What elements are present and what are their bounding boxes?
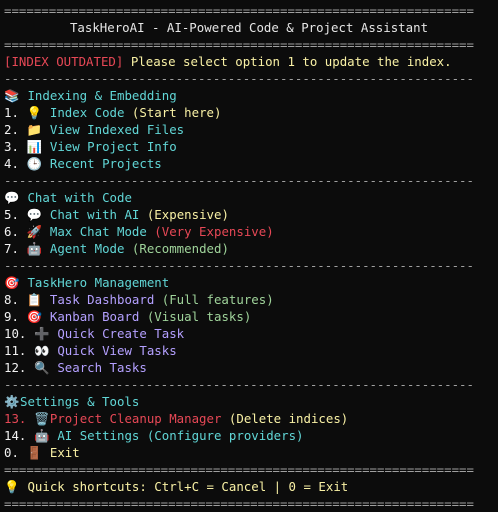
section-indexing-header: 📚 Indexing & Embedding xyxy=(0,87,498,104)
menu-label: Exit xyxy=(49,445,80,460)
menu-number: 0. xyxy=(4,445,19,460)
menu-item-index-code[interactable]: 1. 💡 Index Code (Start here) xyxy=(0,104,498,121)
eyes-icon: 👀 xyxy=(34,343,50,358)
robot-icon: 🤖 xyxy=(34,428,50,443)
dash-rule: ----------------------------------------… xyxy=(4,258,474,273)
bar-chart-icon: 📊 xyxy=(26,139,43,154)
index-status-message: Please select option 1 to update the ind… xyxy=(123,54,452,69)
menu-number: 7. xyxy=(4,241,19,256)
index-outdated-badge: [INDEX OUTDATED] xyxy=(4,54,124,69)
menu-note: (Expensive) xyxy=(139,207,229,222)
menu-label: Agent Mode xyxy=(49,241,125,256)
books-icon: 📚 xyxy=(4,88,20,103)
shortcuts-footer: 💡 Quick shortcuts: Ctrl+C = Cancel | 0 =… xyxy=(0,478,498,495)
target-icon: 🎯 xyxy=(26,309,43,324)
menu-number: 11. xyxy=(4,343,27,358)
speech-bubble-icon: 💬 xyxy=(4,190,20,205)
menu-label: Task Dashboard xyxy=(49,292,155,307)
menu-item-exit[interactable]: 0. 🚪 Exit xyxy=(0,444,498,461)
menu-item-task-dashboard[interactable]: 8. 📋 Task Dashboard (Full features) xyxy=(0,291,498,308)
menu-note: (Start here) xyxy=(124,105,222,120)
menu-number: 2. xyxy=(4,122,19,137)
menu-label: Index Code xyxy=(49,105,125,120)
menu-item-search-tasks[interactable]: 12. 🔍 Search Tasks xyxy=(0,359,498,376)
rocket-icon: 🚀 xyxy=(26,224,43,239)
menu-item-chat-with-ai[interactable]: 5. 💬 Chat with AI (Expensive) xyxy=(0,206,498,223)
section-settings-header: ⚙️Settings & Tools xyxy=(0,393,498,410)
dash-rule: ----------------------------------------… xyxy=(4,173,474,188)
shortcuts-text: Quick shortcuts: Ctrl+C = Cancel | 0 = E… xyxy=(27,479,349,494)
double-rule: ========================================… xyxy=(4,462,474,477)
lightbulb-icon: 💡 xyxy=(26,105,43,120)
trash-icon: 🗑️ xyxy=(34,411,50,426)
menu-number: 13. xyxy=(4,411,27,426)
menu-label: Recent Projects xyxy=(49,156,162,171)
menu-note: (Delete indices) xyxy=(221,411,349,426)
menu-item-ai-settings[interactable]: 14. 🤖 AI Settings (Configure providers) xyxy=(0,427,498,444)
terminal-window: ========================================… xyxy=(0,0,498,511)
menu-number: 3. xyxy=(4,139,19,154)
menu-number: 8. xyxy=(4,292,19,307)
menu-note: (Visual tasks) xyxy=(139,309,252,324)
menu-number: 6. xyxy=(4,224,19,239)
menu-number: 14. xyxy=(4,428,27,443)
double-rule: ========================================… xyxy=(4,37,474,52)
robot-icon: 🤖 xyxy=(26,241,43,256)
menu-item-view-project-info[interactable]: 3. 📊 View Project Info xyxy=(0,138,498,155)
dash-rule: ----------------------------------------… xyxy=(4,71,474,86)
section-taskhero-header: 🎯 TaskHero Management xyxy=(0,274,498,291)
clipboard-icon: 📋 xyxy=(26,292,43,307)
speech-bubble-icon: 💬 xyxy=(26,207,43,222)
gear-icon: ⚙️ xyxy=(4,394,20,409)
section-title: Settings & Tools xyxy=(20,394,140,409)
menu-number: 9. xyxy=(4,309,19,324)
menu-item-recent-projects[interactable]: 4. 🕒 Recent Projects xyxy=(0,155,498,172)
double-rule: ========================================… xyxy=(4,3,474,18)
menu-item-kanban-board[interactable]: 9. 🎯 Kanban Board (Visual tasks) xyxy=(0,308,498,325)
menu-item-quick-create-task[interactable]: 10. ➕ Quick Create Task xyxy=(0,325,498,342)
menu-item-max-chat-mode[interactable]: 6. 🚀 Max Chat Mode (Very Expensive) xyxy=(0,223,498,240)
menu-label: Chat with AI xyxy=(49,207,140,222)
door-icon: 🚪 xyxy=(26,445,43,460)
clock-icon: 🕒 xyxy=(26,156,43,171)
menu-note: (Configure providers) xyxy=(139,428,304,443)
menu-number: 12. xyxy=(4,360,27,375)
app-title: TaskHeroAI - AI-Powered Code & Project A… xyxy=(69,20,429,35)
folder-icon: 📁 xyxy=(26,122,43,137)
menu-label: Search Tasks xyxy=(57,360,147,375)
index-status-line: [INDEX OUTDATED] Please select option 1 … xyxy=(0,53,498,70)
menu-label: View Indexed Files xyxy=(49,122,185,137)
menu-label: AI Settings xyxy=(57,428,140,443)
menu-label: Quick Create Task xyxy=(57,326,185,341)
menu-number: 5. xyxy=(4,207,19,222)
dash-rule: ----------------------------------------… xyxy=(4,377,474,392)
double-rule: ========================================… xyxy=(4,496,474,511)
menu-number: 1. xyxy=(4,105,19,120)
menu-label: View Project Info xyxy=(49,139,177,154)
menu-note: (Recommended) xyxy=(124,241,229,256)
menu-item-agent-mode[interactable]: 7. 🤖 Agent Mode (Recommended) xyxy=(0,240,498,257)
menu-label: Quick View Tasks xyxy=(57,343,177,358)
magnifier-icon: 🔍 xyxy=(34,360,50,375)
menu-label: Project Cleanup Manager xyxy=(49,411,222,426)
target-icon: 🎯 xyxy=(4,275,20,290)
lightbulb-icon: 💡 xyxy=(4,479,20,494)
section-title: TaskHero Management xyxy=(27,275,170,290)
plus-icon: ➕ xyxy=(34,326,50,341)
menu-note: (Very Expensive) xyxy=(146,224,274,239)
section-chat-header: 💬 Chat with Code xyxy=(0,189,498,206)
menu-number: 4. xyxy=(4,156,19,171)
menu-item-quick-view-tasks[interactable]: 11. 👀 Quick View Tasks xyxy=(0,342,498,359)
menu-item-view-indexed-files[interactable]: 2. 📁 View Indexed Files xyxy=(0,121,498,138)
menu-item-project-cleanup[interactable]: 13. 🗑️Project Cleanup Manager (Delete in… xyxy=(0,410,498,427)
section-title: Chat with Code xyxy=(27,190,132,205)
menu-number: 10. xyxy=(4,326,27,341)
section-title: Indexing & Embedding xyxy=(27,88,177,103)
menu-label: Kanban Board xyxy=(49,309,140,324)
menu-note: (Full features) xyxy=(154,292,274,307)
menu-label: Max Chat Mode xyxy=(49,224,147,239)
